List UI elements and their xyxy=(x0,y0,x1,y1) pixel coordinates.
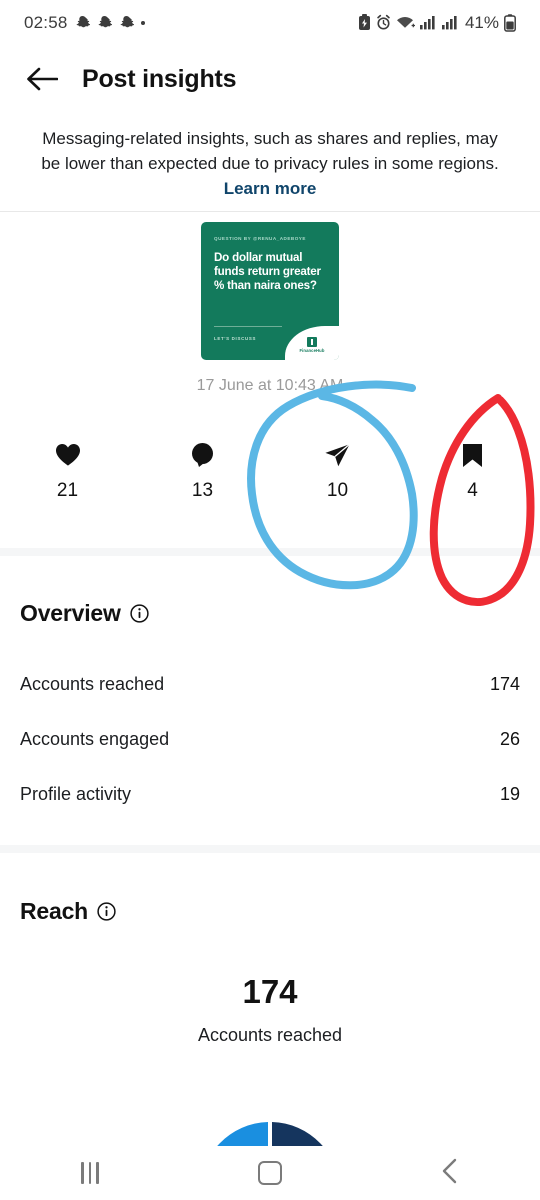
wifi-icon xyxy=(396,15,415,30)
info-icon[interactable] xyxy=(97,902,116,921)
divider xyxy=(0,211,540,212)
alarm-icon xyxy=(376,14,391,31)
privacy-info-banner: Messaging-related insights, such as shar… xyxy=(0,126,540,201)
snapchat-ghost-icon xyxy=(119,15,134,31)
back-button[interactable] xyxy=(415,1150,485,1196)
overview-row-value: 19 xyxy=(499,784,520,804)
post-metrics-row: 21 13 10 4 xyxy=(0,440,540,502)
reach-donut-chart xyxy=(0,1118,540,1146)
overview-header: Overview xyxy=(20,600,520,627)
dot-icon xyxy=(140,20,145,25)
overview-title: Overview xyxy=(20,600,121,626)
info-icon[interactable] xyxy=(130,604,149,623)
overview-row[interactable]: Profile activity 19 xyxy=(20,767,520,822)
section-divider xyxy=(0,845,540,853)
post-thumbnail-wrap: QUESTION BY @RENUA_ADEBOYE Do dollar mut… xyxy=(0,222,540,360)
battery-icon xyxy=(504,13,516,32)
post-preview-section: QUESTION BY @RENUA_ADEBOYE Do dollar mut… xyxy=(0,222,540,395)
shares-metric[interactable]: 10 xyxy=(270,440,405,502)
section-divider xyxy=(0,548,540,556)
home-button[interactable] xyxy=(235,1150,305,1196)
comment-icon xyxy=(190,440,216,470)
home-icon xyxy=(258,1161,282,1185)
battery-percent: 41% xyxy=(464,12,499,32)
back-chevron-icon xyxy=(441,1158,459,1189)
overview-row-label: Accounts reached xyxy=(20,674,165,694)
overview-section: Overview Accounts reached 174 Accounts e… xyxy=(0,600,540,822)
reach-section: Reach 174 Accounts reached xyxy=(0,898,540,1046)
thumbnail-rule xyxy=(214,326,282,327)
likes-metric[interactable]: 21 xyxy=(0,440,135,502)
overview-row-label: Accounts engaged xyxy=(20,729,170,749)
thumbnail-kicker: QUESTION BY @RENUA_ADEBOYE xyxy=(214,236,306,241)
phone-screen: 02:58 41% Post insights Messaging-relate… xyxy=(0,0,540,1200)
heart-icon xyxy=(55,440,81,470)
reach-header: Reach xyxy=(20,898,520,925)
shares-value: 10 xyxy=(326,480,349,501)
likes-value: 21 xyxy=(56,480,79,501)
share-icon xyxy=(324,440,351,470)
financehub-logo: FinanceHub xyxy=(285,326,339,360)
overview-rows: Accounts reached 174 Accounts engaged 26… xyxy=(20,657,520,822)
banner-text: Messaging-related insights, such as shar… xyxy=(41,129,499,173)
comments-value: 13 xyxy=(191,480,214,501)
status-bar-left: 02:58 xyxy=(24,13,145,33)
overview-row-label: Profile activity xyxy=(20,784,132,804)
snapchat-ghost-icon xyxy=(75,15,90,31)
overview-row-value: 174 xyxy=(489,674,520,694)
saves-value: 4 xyxy=(467,480,478,501)
thumbnail-cta: LET'S DISCUSS xyxy=(214,336,257,341)
snapchat-ghost-icon xyxy=(97,15,112,31)
saves-metric[interactable]: 4 xyxy=(405,440,540,502)
reach-title: Reach xyxy=(20,898,89,924)
bookmark-icon xyxy=(462,440,483,470)
status-bar: 02:58 41% xyxy=(0,0,540,45)
page-title: Post insights xyxy=(82,64,237,93)
reach-value: 174 xyxy=(242,973,298,1010)
recents-icon xyxy=(81,1162,99,1184)
overview-row-value: 26 xyxy=(499,729,520,749)
signal-icon xyxy=(441,15,459,30)
overview-row[interactable]: Accounts reached 174 xyxy=(20,657,520,712)
app-header: Post insights xyxy=(0,45,540,113)
overview-row[interactable]: Accounts engaged 26 xyxy=(20,712,520,767)
learn-more-link[interactable]: Learn more xyxy=(224,179,317,198)
post-thumbnail[interactable]: QUESTION BY @RENUA_ADEBOYE Do dollar mut… xyxy=(201,222,339,360)
post-date: 17 June at 10:43 AM xyxy=(196,377,344,394)
reach-label: Accounts reached xyxy=(197,1025,343,1045)
financehub-mark-icon xyxy=(307,336,317,347)
status-time: 02:58 xyxy=(24,12,68,32)
thumbnail-question: Do dollar mutual funds return greater % … xyxy=(214,251,321,292)
status-bar-right: 41% xyxy=(358,13,516,33)
financehub-label: FinanceHub xyxy=(299,348,325,354)
comments-metric[interactable]: 13 xyxy=(135,440,270,502)
back-arrow-icon[interactable] xyxy=(20,57,64,101)
android-nav-bar xyxy=(0,1146,540,1200)
battery-saver-icon xyxy=(358,14,371,31)
signal-icon xyxy=(419,15,437,30)
recents-button[interactable] xyxy=(55,1150,125,1196)
